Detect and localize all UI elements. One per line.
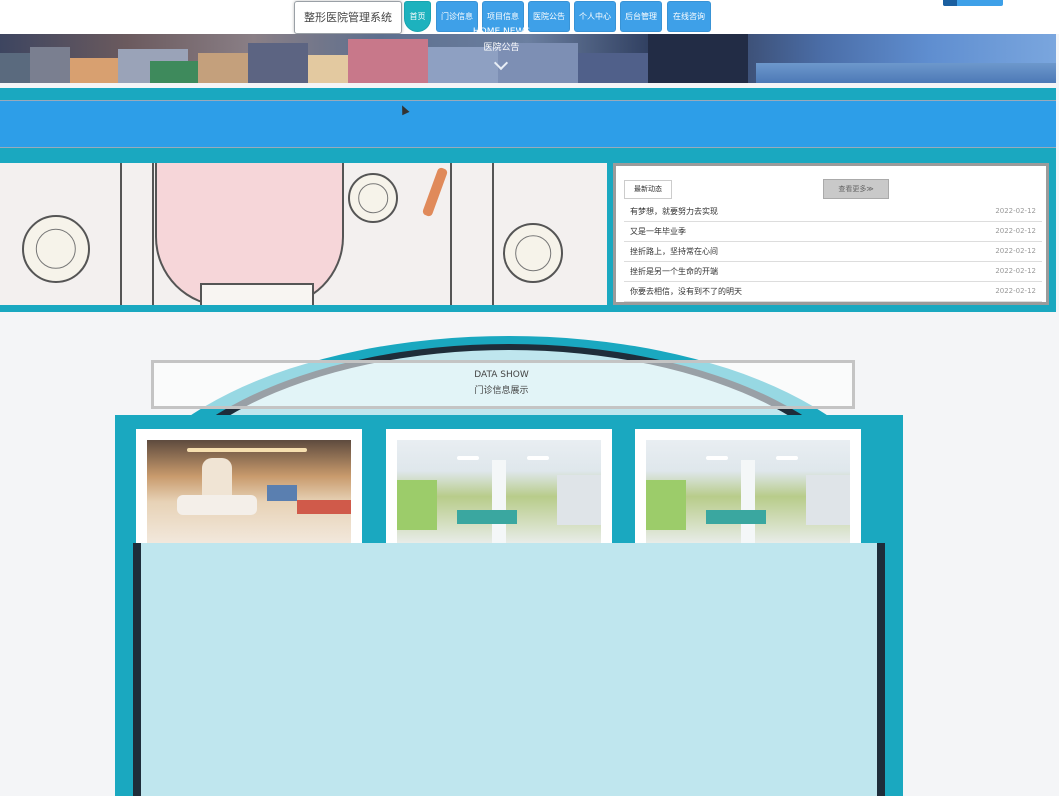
news-item[interactable]: 有梦想，就要努力去实现 2022-02-12: [624, 202, 1042, 222]
news-item-title[interactable]: 挫折是另一个生命的开端: [630, 262, 718, 281]
view-more-button[interactable]: 查看更多≫: [823, 179, 889, 199]
news-item-title[interactable]: 你要去相信，没有到不了的明天: [630, 282, 742, 301]
news-item-title[interactable]: 又是一年毕业季: [630, 222, 686, 241]
news-header-band: [0, 88, 1056, 156]
news-title-en: HOME NEWS: [472, 27, 531, 37]
news-item-date: 2022-02-12: [995, 227, 1036, 235]
news-item-date: 2022-02-12: [995, 287, 1036, 295]
clinic-card[interactable]: [136, 429, 362, 543]
news-item-title[interactable]: 有梦想，就要努力去实现: [630, 202, 718, 221]
news-item-date: 2022-02-12: [995, 247, 1036, 255]
latest-news-tab[interactable]: 最新动态: [624, 180, 672, 199]
clinic-card[interactable]: [635, 429, 861, 543]
clinic-photo[interactable]: [397, 440, 601, 543]
news-item[interactable]: 你要去相信，没有到不了的明天 2022-02-12: [624, 282, 1042, 302]
news-list: 有梦想，就要努力去实现 2022-02-12 又是一年毕业季 2022-02-1…: [624, 202, 1042, 302]
clinic-card[interactable]: [386, 429, 612, 543]
news-item-title[interactable]: 挫折路上，坚持常在心间: [630, 242, 718, 261]
corner-badge[interactable]: [943, 0, 1003, 6]
news-section: 最新动态 查看更多≫ 有梦想，就要努力去实现 2022-02-12 又是一年毕业…: [0, 156, 1056, 312]
data-show-title-cn: 门诊信息展示: [474, 386, 529, 396]
data-show-title-en: DATA SHOW: [474, 370, 529, 380]
news-item[interactable]: 又是一年毕业季 2022-02-12: [624, 222, 1042, 242]
clinic-photo[interactable]: [147, 440, 351, 543]
news-illustration: [0, 163, 607, 305]
news-title-cn: 医院公告: [483, 43, 520, 53]
news-item[interactable]: 挫折是另一个生命的开端 2022-02-12: [624, 262, 1042, 282]
news-item[interactable]: 挫折路上，坚持常在心间 2022-02-12: [624, 242, 1042, 262]
news-panel: 最新动态 查看更多≫ 有梦想，就要努力去实现 2022-02-12 又是一年毕业…: [613, 163, 1049, 305]
news-item-date: 2022-02-12: [995, 207, 1036, 215]
news-item-date: 2022-02-12: [995, 267, 1036, 275]
clinic-photo[interactable]: [646, 440, 850, 543]
